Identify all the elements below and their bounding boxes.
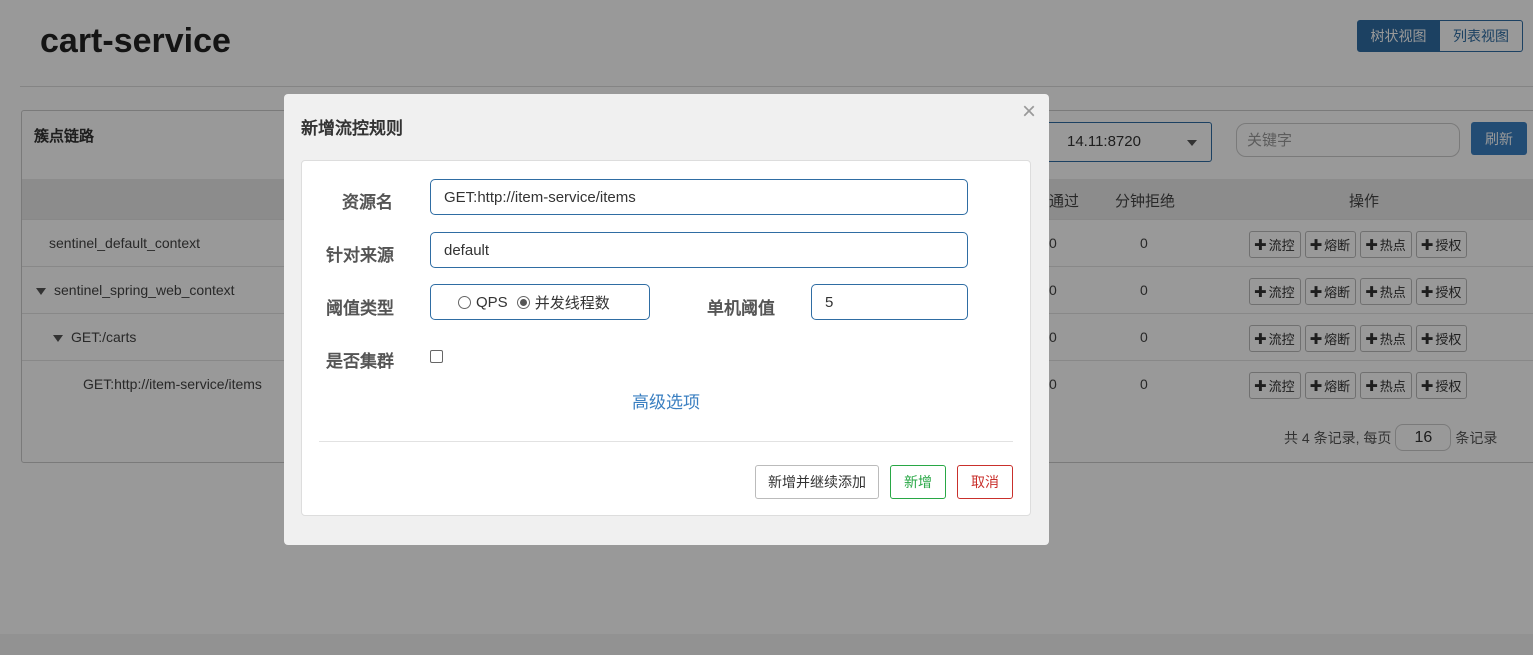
cluster-checkbox[interactable] [430, 350, 443, 363]
add-button[interactable]: 新增 [890, 465, 946, 499]
dialog-body: 资源名 针对来源 阈值类型 QPS 并发线程数 单机阈值 是否集群 高级选项 新… [301, 160, 1031, 516]
dialog-divider [319, 441, 1013, 442]
advanced-options-link[interactable]: 高级选项 [632, 388, 700, 413]
radio-thread-count-circle[interactable] [516, 295, 530, 309]
single-threshold-label: 单机阈值 [707, 299, 775, 318]
radio-thread-count-label: 并发线程数 [534, 294, 610, 312]
close-icon[interactable]: × [1022, 100, 1036, 124]
radio-qps[interactable]: QPS [458, 294, 508, 311]
threshold-type-radio-group: QPS 并发线程数 [430, 284, 650, 320]
origin-input[interactable] [430, 232, 968, 268]
single-threshold-input[interactable] [811, 284, 968, 320]
resource-name-input[interactable] [430, 179, 968, 215]
dialog-title: 新增流控规则 [301, 119, 403, 138]
radio-qps-circle[interactable] [458, 295, 471, 309]
cancel-button[interactable]: 取消 [957, 465, 1013, 499]
threshold-type-label: 阈值类型 [326, 299, 394, 318]
origin-label: 针对来源 [326, 246, 394, 265]
add-and-continue-button[interactable]: 新增并继续添加 [755, 465, 879, 499]
add-flow-rule-dialog: 新增流控规则 × 资源名 针对来源 阈值类型 QPS 并发线程数 单机阈值 是否… [284, 94, 1049, 545]
radio-qps-label: QPS [476, 293, 508, 311]
radio-thread-count[interactable]: 并发线程数 [516, 292, 610, 313]
cluster-label: 是否集群 [326, 352, 394, 371]
resource-name-label: 资源名 [342, 193, 393, 212]
